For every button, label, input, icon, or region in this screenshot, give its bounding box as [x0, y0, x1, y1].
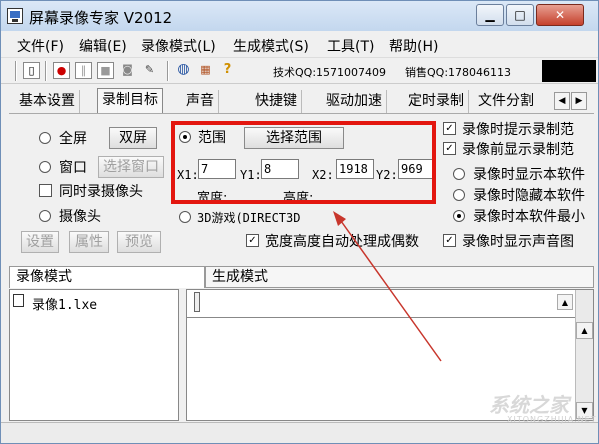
tech-qq: 技术QQ:1571007409	[273, 66, 387, 79]
prompt-range-label: 录像时提示录制范	[462, 122, 574, 138]
show-range-before-checkbox[interactable]: ✓	[443, 142, 456, 155]
auto-even-label: 宽度高度自动处理成偶数	[265, 234, 419, 250]
status-bar	[1, 422, 598, 443]
menu-record-mode[interactable]: 录像模式(L)	[141, 36, 216, 56]
select-window-button[interactable]: 选择窗口	[98, 156, 164, 178]
vertical-scrollbar[interactable]: ▲ ▼	[575, 290, 593, 420]
game3d-label: 3D游戏(DIRECT3D	[197, 211, 301, 225]
tab-hotkeys[interactable]: 快捷键	[251, 90, 302, 114]
camera-radio[interactable]	[39, 210, 51, 222]
record-icon[interactable]: ●	[53, 62, 70, 79]
app-icon	[7, 8, 23, 24]
auto-even-checkbox[interactable]: ✓	[246, 234, 259, 247]
show-range-before-label: 录像前显示录制范	[462, 142, 574, 158]
toolbar-separator	[45, 61, 47, 81]
setup-button[interactable]: 设置	[21, 231, 59, 253]
window-radio[interactable]	[39, 161, 51, 173]
show-app-label: 录像时显示本软件	[473, 167, 585, 183]
help-icon[interactable]: ?	[219, 62, 236, 79]
maximize-button[interactable]: □	[506, 4, 534, 26]
record-camera-label: 同时录摄像头	[59, 184, 143, 200]
hide-app-radio[interactable]	[453, 189, 465, 201]
tab-scroll-right-icon[interactable]: ▶	[571, 92, 587, 110]
file-name: 录像1.lxe	[32, 298, 98, 313]
pen-icon[interactable]: ✎	[141, 62, 158, 79]
toolbar: ▯ ● ∥ ■ ◙ ✎ ◍ ▦ ? 技术QQ:1571007409 销售QQ:1…	[1, 57, 598, 84]
globe-icon[interactable]: ◍	[175, 62, 192, 79]
pause-icon[interactable]: ∥	[75, 62, 92, 79]
tab-record-target[interactable]: 录制目标	[97, 88, 163, 114]
menu-bar: 文件(F) 编辑(E) 录像模式(L) 生成模式(S) 工具(T) 帮助(H)	[1, 32, 598, 56]
prompt-range-checkbox[interactable]: ✓	[443, 122, 456, 135]
tab-basic[interactable]: 基本设置	[15, 90, 80, 114]
properties-button[interactable]: 属性	[69, 231, 109, 253]
record-camera-checkbox[interactable]	[39, 184, 52, 197]
file-list: 录像1.lxe	[9, 289, 179, 421]
camera-icon[interactable]: ◙	[119, 62, 136, 79]
window-label: 窗口	[59, 160, 87, 176]
list-item[interactable]: 录像1.lxe	[10, 290, 178, 313]
tab-sound[interactable]: 声音	[182, 90, 219, 114]
file-icon	[13, 294, 24, 307]
show-sound-icon-checkbox[interactable]: ✓	[443, 234, 456, 247]
toolbar-separator	[167, 61, 169, 81]
show-sound-icon-label: 录像时显示声音图	[462, 234, 574, 250]
sales-qq: 销售QQ:178046113	[405, 66, 512, 79]
preview-button[interactable]: 预览	[117, 231, 161, 253]
timeline-ruler: ▲	[187, 290, 575, 318]
window-title: 屏幕录像专家 V2012	[29, 9, 173, 27]
highlight-box	[171, 121, 436, 204]
minimize-app-label: 录像时本软件最小	[473, 209, 585, 225]
menu-generate-mode[interactable]: 生成模式(S)	[233, 36, 309, 56]
tab-file-split[interactable]: 文件分割	[474, 90, 538, 114]
fullscreen-label: 全屏	[59, 131, 87, 147]
close-button[interactable]: ✕	[536, 4, 584, 26]
tab-scroll-left-icon[interactable]: ◀	[554, 92, 570, 110]
title-bar: 屏幕录像专家 V2012 ▁ □ ✕	[1, 1, 598, 31]
timeline-slider[interactable]	[194, 292, 200, 312]
settings-tabs: 基本设置 录制目标 声音 快捷键 驱动加速 定时录制 文件分割 ◀ ▶	[1, 87, 598, 114]
scroll-up-icon[interactable]: ▲	[576, 322, 593, 339]
menu-help[interactable]: 帮助(H)	[389, 36, 438, 56]
ruler-scroll-icon[interactable]: ▲	[557, 294, 573, 310]
camera-label: 摄像头	[59, 209, 101, 225]
watermark-url: XITONGZHIJIA.NET	[507, 415, 597, 424]
menu-tools[interactable]: 工具(T)	[327, 36, 374, 56]
gift-icon[interactable]: ▦	[197, 62, 214, 79]
toolbar-separator	[15, 61, 17, 81]
tab-record-mode[interactable]: 录像模式	[9, 266, 205, 288]
stop-icon[interactable]: ■	[97, 62, 114, 79]
tab-timed-record[interactable]: 定时录制	[404, 90, 469, 114]
show-app-radio[interactable]	[453, 168, 465, 180]
game3d-radio[interactable]	[179, 211, 191, 223]
fullscreen-radio[interactable]	[39, 132, 51, 144]
bottom-tabs: 录像模式 生成模式	[9, 266, 594, 288]
dual-screen-button[interactable]: 双屏	[109, 127, 157, 149]
new-icon[interactable]: ▯	[23, 62, 40, 79]
minimize-app-radio[interactable]	[453, 210, 465, 222]
hide-app-label: 录像时隐藏本软件	[473, 188, 585, 204]
menu-file[interactable]: 文件(F)	[17, 36, 64, 56]
tab-driver-accel[interactable]: 驱动加速	[322, 90, 387, 114]
tab-generate-mode[interactable]: 生成模式	[205, 266, 594, 288]
app-window: 屏幕录像专家 V2012 ▁ □ ✕ 文件(F) 编辑(E) 录像模式(L) 生…	[0, 0, 599, 444]
watermark-logo: 系统之家	[489, 393, 569, 417]
preview-box	[542, 60, 596, 82]
minimize-button[interactable]: ▁	[476, 4, 504, 26]
menu-edit[interactable]: 编辑(E)	[79, 36, 127, 56]
